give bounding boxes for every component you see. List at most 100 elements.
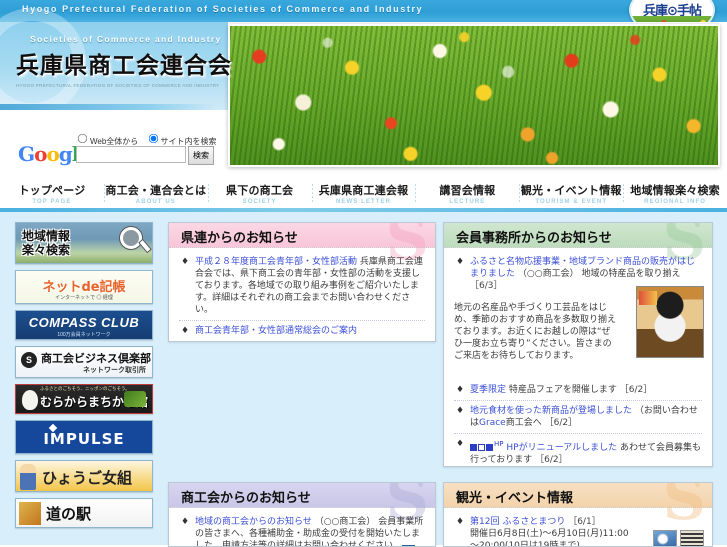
square-marker-outline-icon [478,444,485,451]
banner-net-de-kichou[interactable]: ネットde記帳 インターネットで ◎ 経理 [15,270,153,304]
content-column-left: 県連からのお知らせ S 平成２８年度商工会青年部・女性部活動 兵庫県商工会連合会… [168,222,436,547]
panel-body: 地域の商工会からのお知らせ （○○商工会） 会員事業所の皆さまへ、各種補助金・助… [169,508,435,546]
list-item[interactable]: 第12回 ふるさとまつり ［6/1］ 開催日6月8日(土)～6月10日(月)11… [454,516,629,547]
news-body: 特産品フェアを開催します [508,385,617,395]
logo-subtext: HYOGO PREFECTURAL FEDERATION OF SOCIETIE… [16,83,220,88]
content-column-right: 会員事務所からのお知らせ S ふるさと名物応援事業・地域ブランド商品の販売がはじ… [443,222,713,547]
banner-title: COMPASS CLUB [28,315,140,330]
square-marker-icon [470,444,477,451]
news-date: ［6/2］ [619,385,653,395]
square-marker-icon-2 [486,444,493,451]
banner-sub: ネットワーク取引所 [83,366,146,374]
banner-title: 道の駅 [46,505,92,523]
banner-title: ひょうご女組 [42,469,133,487]
banner-sub: ふるさとのごちそう、ニッポンのごちそう。 [40,386,130,391]
news-office: （○○商工会） [314,517,376,527]
panel-kanko-event: 観光・イベント情報 S 第12回 ふるさとまつり ［6/1］ 開催日6月8日(土… [443,482,713,547]
list-item[interactable]: HP HPがリニューアルしました あわせて会員募集も行っております ［6/2］ [454,438,702,466]
news-link[interactable]: 地元食材を使った新商品が登場しました [470,406,632,416]
search-input[interactable] [76,146,186,163]
news-link[interactable]: 商工会青年部・女性部通常総会のご案内 [195,326,357,336]
banner-sub: 100万会員ネットワーク [57,332,111,338]
event-link[interactable]: 第12回 ふるさとまつり [470,517,565,527]
banner-michi-no-eki[interactable]: 道の駅 [15,498,153,528]
list-item[interactable]: 夏季限定 特産品フェアを開催します ［6/2］ [454,384,702,401]
panel-title: 会員事務所からのお知らせ [456,231,612,246]
banner-hyogo-onnagumi[interactable]: ひょうご女組 [15,460,153,492]
site-header: Societies of Commerce and Industry 兵庫県商工… [0,8,727,175]
news-date: ［6/2］ [535,455,568,465]
event-poster-a-thumbnail[interactable] [653,530,677,546]
banner-impulse[interactable]: IMPULSE [15,420,153,454]
list-item[interactable]: 商工会青年部・女性部通常総会のご案内 [179,325,425,341]
panel-body: 平成２８年度商工会青年部・女性部活動 兵庫県商工会連合会では、県下商工会の青年部… [169,248,435,341]
panel-header: 商工会からのお知らせ S [169,483,435,529]
radio-site-label[interactable]: サイト内を検索 [147,133,217,146]
michi-no-eki-photo-icon [19,502,41,525]
news-link[interactable]: 平成２８年度商工会青年部・女性部活動 [195,257,357,267]
logo-japanese: 兵庫県商工会連合会 [16,53,232,79]
featured-body-text: 地元の名産品や手づくり工芸品をはじめ、季節のおすすめ商品を多数取り揃えております… [454,303,617,361]
banner-title: IMPULSE [43,430,125,448]
news-link[interactable]: HPがリニューアルしました [506,443,617,453]
news-office: （○○商工会） [517,269,579,279]
news-extra: 地域の特産品を取り揃え [581,269,681,279]
sidebar: 地域情報 楽々検索 ネットde記帳 インターネットで ◎ 経理 COMPASS C… [0,212,165,545]
google-search-box: Google™ Web全体から サイト内を検索 検索 [18,132,218,174]
news-body-2: 商工会へ [505,418,542,428]
magnifier-icon [120,227,142,249]
nav-item-regional-info[interactable]: 地域情報楽々検索 REGIONAL INFO [623,180,727,207]
rice-ball-icon [22,390,38,410]
banner-compass-club[interactable]: COMPASS CLUB 100万会員ネットワーク [15,310,153,340]
search-scope-radios[interactable]: Web全体から サイト内を検索 [76,132,223,147]
radio-web-label[interactable]: Web全体から [76,133,138,146]
site-tagline: Hyogo Prefectural Federation of Societie… [22,4,424,14]
panel-kaiin-news: 会員事務所からのお知らせ S ふるさと名物応援事業・地域ブランド商品の販売がはじ… [443,222,713,467]
banner-chiiki-jouhou-rakuraku-kensaku[interactable]: 地域情報 楽々検索 [15,222,153,264]
page-body: 地域情報 楽々検索 ネットde記帳 インターネットで ◎ 経理 COMPASS C… [0,212,727,547]
nav-item-lecture[interactable]: 講習会情報 LECTURE [415,180,519,207]
event-thumbnails[interactable] [653,530,704,546]
gear-icon: S [21,352,37,368]
list-item[interactable]: 地域の商工会からのお知らせ （○○商工会） 会員事業所の皆さまへ、各種補助金・助… [179,516,425,546]
panel-header: 会員事務所からのお知らせ S [444,223,712,269]
panel-header: 観光・イベント情報 S [444,483,712,529]
event-body: 開催日6月8日(土)～6月10日(月)11:00～20:00(10日は19時まで… [470,529,629,547]
banner-sub: インターネットで ◎ 経理 [55,295,113,301]
logo-underline [0,104,216,110]
leaf-icon [124,391,146,407]
main-navigation: トップページ TOP PAGE 商工会・連合会とは ABOUT US 県下の商工… [0,175,727,211]
radio-site[interactable] [148,133,158,144]
list-item[interactable]: 地元食材を使った新商品が登場しました （お問い合わせはGrace商工会へ ［6/… [454,405,702,434]
news-link[interactable]: 地域の商工会からのお知らせ [195,517,312,527]
nav-item-news-letter[interactable]: 兵庫県商工連会報 NEWS LETTER [311,180,416,207]
banner-title: ネットde記帳 [42,280,126,295]
nav-item-about-us[interactable]: 商工会・連合会とは ABOUT US [103,180,208,207]
top-bar: Hyogo Prefectural Federation of Societie… [0,0,727,36]
panel-body: ふるさと名物応援事業・地域ブランド商品の販売がはじまりました （○○商工会） 地… [444,248,712,466]
radio-web[interactable] [77,133,88,144]
banner-title: 地域情報 楽々検索 [22,229,71,257]
news-link-inline[interactable]: Grace [479,418,506,428]
panel-kenren-news: 県連からのお知らせ S 平成２８年度商工会青年部・女性部活動 兵庫県商工会連合会… [168,222,436,342]
hp-superscript: HP [494,440,504,448]
panel-shokokai-news: 商工会からのお知らせ S 地域の商工会からのお知らせ （○○商工会） 会員事業所… [168,482,436,547]
shop-photo-thumbnail[interactable] [636,286,704,358]
logo-english: Societies of Commerce and Industry [30,34,222,44]
list-item[interactable]: 平成２８年度商工会青年部・女性部活動 兵庫県商工会連合会では、県下商工会の青年部… [179,256,425,321]
nav-item-society[interactable]: 県下の商工会 SOCIETY [207,180,312,207]
panel-body: 第12回 ふるさとまつり ［6/1］ 開催日6月8日(土)～6月10日(月)11… [444,508,712,547]
banner-mura-kara-machi-kara-kan[interactable]: ふるさとのごちそう、ニッポンのごちそう。 むらからまちから館 [15,384,153,414]
banner-title: 商工会ビジネス倶楽部 [41,352,151,365]
site-logo[interactable]: Societies of Commerce and Industry 兵庫県商工… [16,34,232,102]
nav-item-top-page[interactable]: トップページ TOP PAGE [0,180,104,207]
panel-header: 県連からのお知らせ S [169,223,435,269]
news-date: ［6/3］ [470,281,503,291]
banner-shokokai-business-club[interactable]: S 商工会ビジネス倶楽部 ネットワーク取引所 [15,346,153,378]
news-link[interactable]: 夏季限定 [470,385,506,395]
news-date: ［6/2］ [544,418,578,428]
search-button[interactable]: 検索 [188,146,214,165]
panel-title: 商工会からのお知らせ [181,491,311,506]
nav-item-tourism-event[interactable]: 観光・イベント情報 TOURISM & EVENT [519,180,623,207]
event-poster-b-thumbnail[interactable] [680,530,704,546]
